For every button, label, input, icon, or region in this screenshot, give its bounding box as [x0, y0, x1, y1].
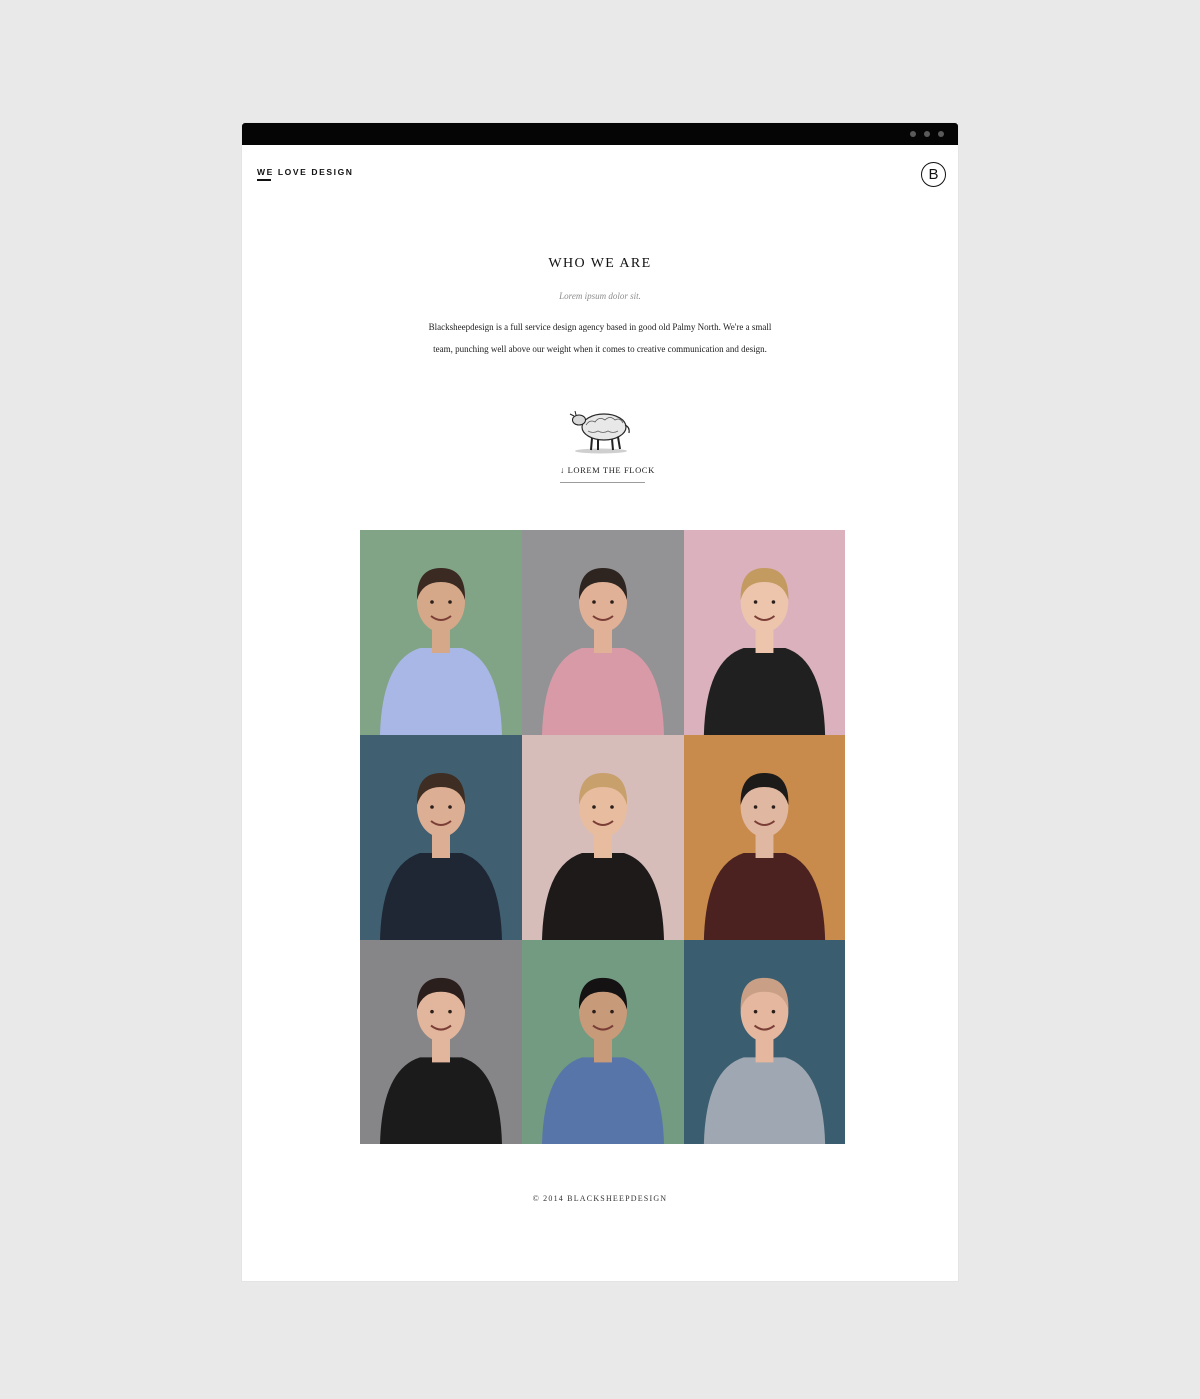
portrait-illustration: [684, 735, 845, 940]
team-member-photo[interactable]: [684, 530, 845, 735]
flock-link-underline: [560, 482, 645, 483]
portrait-illustration: [360, 530, 522, 735]
team-member-photo[interactable]: [522, 530, 684, 735]
window-dot-icon[interactable]: [938, 131, 944, 137]
team-photo-grid: [360, 530, 845, 1144]
portrait-illustration: [360, 735, 522, 940]
portrait-illustration: [684, 530, 845, 735]
intro-paragraph: Blacksheepdesign is a full service desig…: [428, 322, 772, 354]
window-controls: [910, 131, 944, 137]
brand-link[interactable]: WE LOVE DESIGN: [257, 167, 354, 177]
sheep-illustration-icon: [569, 410, 630, 454]
portrait-illustration: [522, 735, 684, 940]
portrait-illustration: [522, 940, 684, 1144]
team-member-photo[interactable]: [684, 735, 845, 940]
team-member-photo[interactable]: [360, 530, 522, 735]
flock-link[interactable]: ↓ LOREM THE FLOCK: [560, 465, 654, 475]
footer-copyright: © 2014 BLACKSHEEPDESIGN: [532, 1194, 668, 1203]
browser-titlebar: [242, 123, 958, 145]
team-member-photo[interactable]: [522, 940, 684, 1144]
team-member-photo[interactable]: [360, 735, 522, 940]
logo-b-icon[interactable]: B: [921, 162, 946, 187]
brand-underline: [257, 179, 271, 181]
browser-window: WE LOVE DESIGN B WHO WE ARE Lorem ipsum …: [242, 123, 958, 1281]
team-member-photo[interactable]: [684, 940, 845, 1144]
portrait-illustration: [684, 940, 845, 1144]
page-title: WHO WE ARE: [548, 256, 652, 271]
portrait-illustration: [360, 940, 522, 1144]
window-dot-icon[interactable]: [910, 131, 916, 137]
page-subtitle: Lorem ipsum dolor sit.: [559, 291, 641, 301]
window-dot-icon[interactable]: [924, 131, 930, 137]
team-member-photo[interactable]: [360, 940, 522, 1144]
team-member-photo[interactable]: [522, 735, 684, 940]
portrait-illustration: [522, 530, 684, 735]
